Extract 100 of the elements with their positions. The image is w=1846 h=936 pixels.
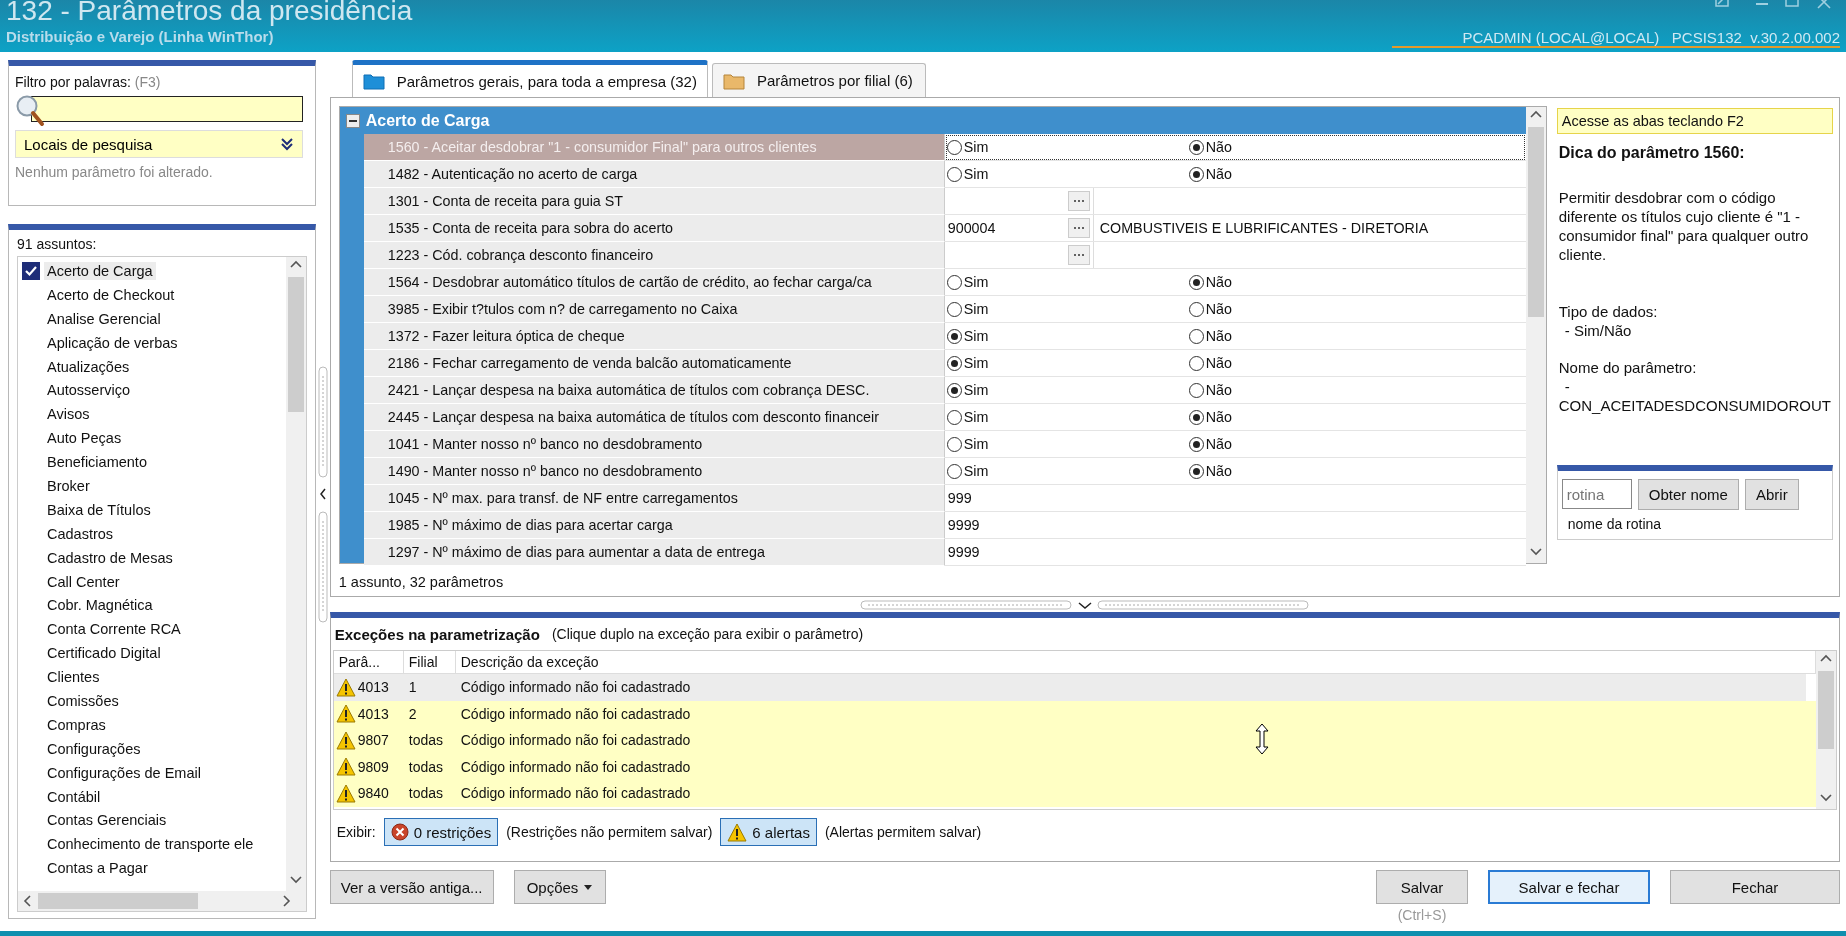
field-value[interactable]: 9999 [944,517,980,533]
subject-item[interactable]: Broker [44,476,93,495]
parameter-label[interactable]: 1301 - Conta de receita para guia ST [363,188,945,215]
radio-option[interactable]: Não [1188,382,1232,398]
action-button[interactable]: Salvar [1376,870,1468,904]
close-icon[interactable] [1816,0,1832,9]
field-value[interactable]: 999 [944,490,972,506]
splitter-handle[interactable] [317,365,328,626]
radio-option[interactable]: Não [1188,355,1232,371]
subject-item[interactable]: Configurações [44,739,144,758]
subject-item[interactable]: Certificado Digital [44,644,164,663]
column-header[interactable]: Filial [403,651,456,673]
radio-option[interactable]: Sim [946,409,989,425]
action-button[interactable]: Salvar e fechar [1488,870,1650,904]
parameter-label[interactable]: 1564 - Desdobrar automático títulos de cartão de crédito, ao fechar carga/ca [363,269,945,296]
radio-option[interactable]: Sim [946,274,989,290]
maximize-icon[interactable] [1784,0,1800,9]
table-row[interactable]: 4013 2 Código informado não foi cadastrado [333,700,1816,727]
scrollbar[interactable] [18,891,306,911]
filter-toggle[interactable]: 6 alertas [720,818,817,846]
radio-option[interactable]: Sim [946,355,989,371]
subject-item[interactable]: Beneficiamento [44,453,150,472]
parameter-label[interactable]: 1045 - Nº max. para transf. de NF entre carregamentos [363,485,945,512]
subject-item[interactable]: Call Center [44,572,123,591]
subject-item[interactable]: Contas Gerenciais [44,811,170,830]
parameter-label[interactable]: 1223 - Cód. cobrança desconto financeiro [363,242,945,269]
parameter-label[interactable]: 1535 - Conta de receita para sobra do acerto [363,215,945,242]
radio-option[interactable]: Não [1188,166,1232,182]
checkbox[interactable] [22,261,40,280]
subject-item[interactable]: Conhecimento de transporte ele [44,835,257,854]
parameter-label[interactable]: 1372 - Fazer leitura óptica de cheque [363,323,945,350]
subject-item[interactable]: Autosserviço [44,381,133,400]
subject-item[interactable]: Cobr. Magnética [44,596,156,615]
radio-option[interactable]: Sim [946,463,989,479]
subject-item[interactable]: Atualizações [44,357,133,376]
table-row[interactable]: 9807 todas Código informado não foi cadastrado [333,727,1816,754]
action-button[interactable]: Fechar [1670,870,1840,904]
radio-option[interactable]: Não [1188,436,1232,452]
parameter-label[interactable]: 3985 - Exibir t?tulos com n? de carregamento no Caixa [363,296,945,323]
radio-option[interactable]: Sim [946,436,989,452]
subject-item[interactable]: Aplicação de verbas [44,333,181,352]
field-value[interactable]: 9999 [944,544,980,560]
radio-option[interactable]: Não [1188,328,1232,344]
action-button[interactable]: Ver a versão antiga... [329,870,494,904]
radio-option[interactable]: Não [1188,301,1232,317]
radio-option[interactable]: Sim [946,139,989,155]
scroll-thumb[interactable] [287,277,304,412]
subject-item[interactable]: Contas a Pagar [44,859,151,878]
subject-item[interactable]: Cadastros [44,524,117,543]
parameter-label[interactable]: 1041 - Manter nosso nº banco no desdobramento [363,431,945,458]
routine-button[interactable]: Obter nome [1637,479,1739,510]
scrollbar[interactable] [1525,107,1546,563]
subject-item[interactable]: Contábil [44,787,104,806]
subject-item[interactable]: Clientes [44,668,103,687]
routine-field[interactable]: rotina [1561,479,1632,509]
parameter-label[interactable]: 2186 - Fechar carregamento de venda balcão automaticamente [363,350,945,377]
subject-item[interactable]: Analise Gerencial [44,309,164,328]
ellipsis-button[interactable] [1067,218,1090,238]
subject-item[interactable]: Conta Corrente RCA [44,620,184,639]
radio-option[interactable]: Sim [946,328,989,344]
splitter-handle[interactable] [859,598,1310,611]
parameter-label[interactable]: 1490 - Manter nosso nº banco no desdobramento [363,458,945,485]
search-field[interactable] [31,96,303,122]
radio-option[interactable]: Sim [946,382,989,398]
filter-toggle[interactable]: 0 restrições [383,818,499,846]
table-row[interactable]: 4013 1 Código informado não foi cadastrado [333,674,1806,701]
restore-icon[interactable] [1714,0,1730,9]
radio-option[interactable]: Não [1188,463,1232,479]
parameter-label[interactable]: 2445 - Lançar despesa na baixa automática de títulos com desconto financeir [363,404,945,431]
routine-button[interactable]: Abrir [1744,479,1799,510]
radio-option[interactable]: Sim [946,301,989,317]
subject-item[interactable]: Compras [44,715,109,734]
scroll-thumb[interactable] [1527,127,1544,317]
subject-item[interactable]: Comissões [44,691,122,710]
subject-item[interactable]: Configurações de Email [44,763,204,782]
radio-option[interactable]: Não [1188,409,1232,425]
radio-option[interactable]: Não [1188,139,1232,155]
tab[interactable]: Parâmetros gerais, para toda a empresa (32) [351,60,708,97]
parameter-label[interactable]: 1297 - Nº máximo de dias para aumentar a data de entrega [363,539,945,566]
menu-button[interactable]: Opções [513,870,606,904]
ellipsis-button[interactable] [1067,245,1090,265]
subject-item[interactable]: Acerto de Carga [44,261,156,280]
search-locations-dropdown[interactable]: Locais de pesquisa [15,130,303,158]
subject-item[interactable]: Avisos [44,405,93,424]
radio-option[interactable]: Não [1188,274,1232,290]
subject-item[interactable]: Cadastro de Mesas [44,548,176,567]
scroll-thumb[interactable] [1818,671,1834,749]
subject-item[interactable]: Acerto de Checkout [44,285,178,304]
radio-option[interactable]: Sim [946,166,989,182]
parameter-label[interactable]: 2421 - Lançar despesa na baixa automática de títulos com cobrança DESC. [363,377,945,404]
scrollbar[interactable] [1816,651,1836,809]
table-row[interactable]: 9840 todas Código informado não foi cadastrado [333,780,1816,807]
scrollbar[interactable] [285,257,306,891]
ellipsis-button[interactable] [1067,191,1090,211]
parameter-label[interactable]: 1985 - Nº máximo de dias para acertar carga [363,512,945,539]
table-row[interactable]: 9809 todas Código informado não foi cadastrado [333,753,1816,780]
tab[interactable]: Parâmetros por filial (6) [711,63,926,97]
subject-item[interactable]: Auto Peças [44,429,125,448]
subject-item[interactable]: Baixa de Títulos [44,500,154,519]
parameter-label[interactable]: 1482 - Autenticação no acerto de carga [363,161,945,188]
